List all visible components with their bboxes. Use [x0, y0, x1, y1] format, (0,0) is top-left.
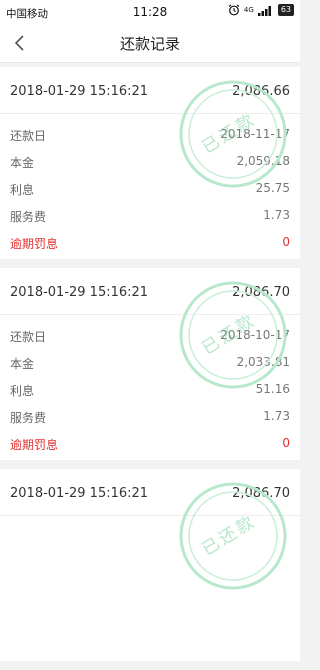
interest-label: 利息 — [10, 384, 35, 398]
principal-value: 2,059.18 — [236, 154, 290, 168]
repay-date-label: 还款日 — [10, 129, 47, 143]
penalty-label: 逾期罚息 — [10, 438, 59, 452]
card-header: 2018-01-29 15:16:21 2,086.70 — [0, 268, 300, 315]
interest-label: 利息 — [10, 183, 35, 197]
penalty-label: 逾期罚息 — [10, 237, 59, 251]
interest-value: 51.16 — [255, 382, 290, 396]
alarm-icon — [228, 4, 240, 16]
record-amount: 2,086.66 — [232, 84, 290, 99]
page-title: 还款记录 — [119, 35, 180, 53]
repay-date-row: 还款日 2018-11-17 — [0, 120, 300, 147]
repay-date-value: 2018-11-17 — [220, 127, 290, 141]
network-type: 4G — [243, 6, 254, 14]
repayment-list: 2018-01-29 15:16:21 2,086.66 还款日 2018-11… — [0, 67, 300, 670]
principal-label: 本金 — [10, 357, 35, 371]
battery-icon: 63 — [277, 4, 294, 16]
repayment-card[interactable]: 2018-01-29 15:16:21 2,086.70 还款日 2018-10… — [0, 268, 300, 460]
signal-icon — [257, 5, 271, 16]
penalty-value: 0 — [282, 235, 290, 249]
fee-value: 1.73 — [263, 409, 290, 423]
repay-date-value: 2018-10-17 — [220, 328, 290, 342]
record-datetime: 2018-01-29 15:16:21 — [10, 84, 149, 99]
fee-row: 服务费 1.73 — [0, 402, 300, 429]
interest-row: 利息 51.16 — [0, 375, 300, 402]
penalty-row: 逾期罚息 0 — [0, 429, 300, 456]
repay-date-label: 还款日 — [10, 330, 47, 344]
card-header: 2018-01-29 15:16:21 2,086.70 — [0, 469, 300, 516]
fee-label: 服务费 — [10, 411, 47, 425]
repayment-card[interactable]: 2018-01-29 15:16:21 2,086.70 已还款 — [0, 469, 300, 661]
repayment-card[interactable]: 2018-01-29 15:16:21 2,086.66 还款日 2018-11… — [0, 67, 300, 259]
record-amount: 2,086.70 — [232, 285, 290, 300]
status-bar: 中国移动 11:28 4G 63 — [0, 0, 300, 24]
interest-row: 利息 25.75 — [0, 174, 300, 201]
penalty-value: 0 — [282, 436, 290, 450]
fee-value: 1.73 — [263, 208, 290, 222]
status-icons: 4G 63 — [228, 4, 294, 16]
card-header: 2018-01-29 15:16:21 2,086.66 — [0, 67, 300, 114]
record-datetime: 2018-01-29 15:16:21 — [10, 486, 149, 501]
principal-label: 本金 — [10, 156, 35, 170]
interest-value: 25.75 — [255, 181, 290, 195]
principal-row: 本金 2,059.18 — [0, 147, 300, 174]
fee-label: 服务费 — [10, 210, 47, 224]
principal-row: 本金 2,033.81 — [0, 348, 300, 375]
principal-value: 2,033.81 — [236, 355, 290, 369]
record-datetime: 2018-01-29 15:16:21 — [10, 285, 149, 300]
repay-date-row: 还款日 2018-10-17 — [0, 321, 300, 348]
fee-row: 服务费 1.73 — [0, 201, 300, 228]
nav-bar: 还款记录 — [0, 24, 300, 63]
penalty-row: 逾期罚息 0 — [0, 228, 300, 255]
record-amount: 2,086.70 — [232, 486, 290, 501]
